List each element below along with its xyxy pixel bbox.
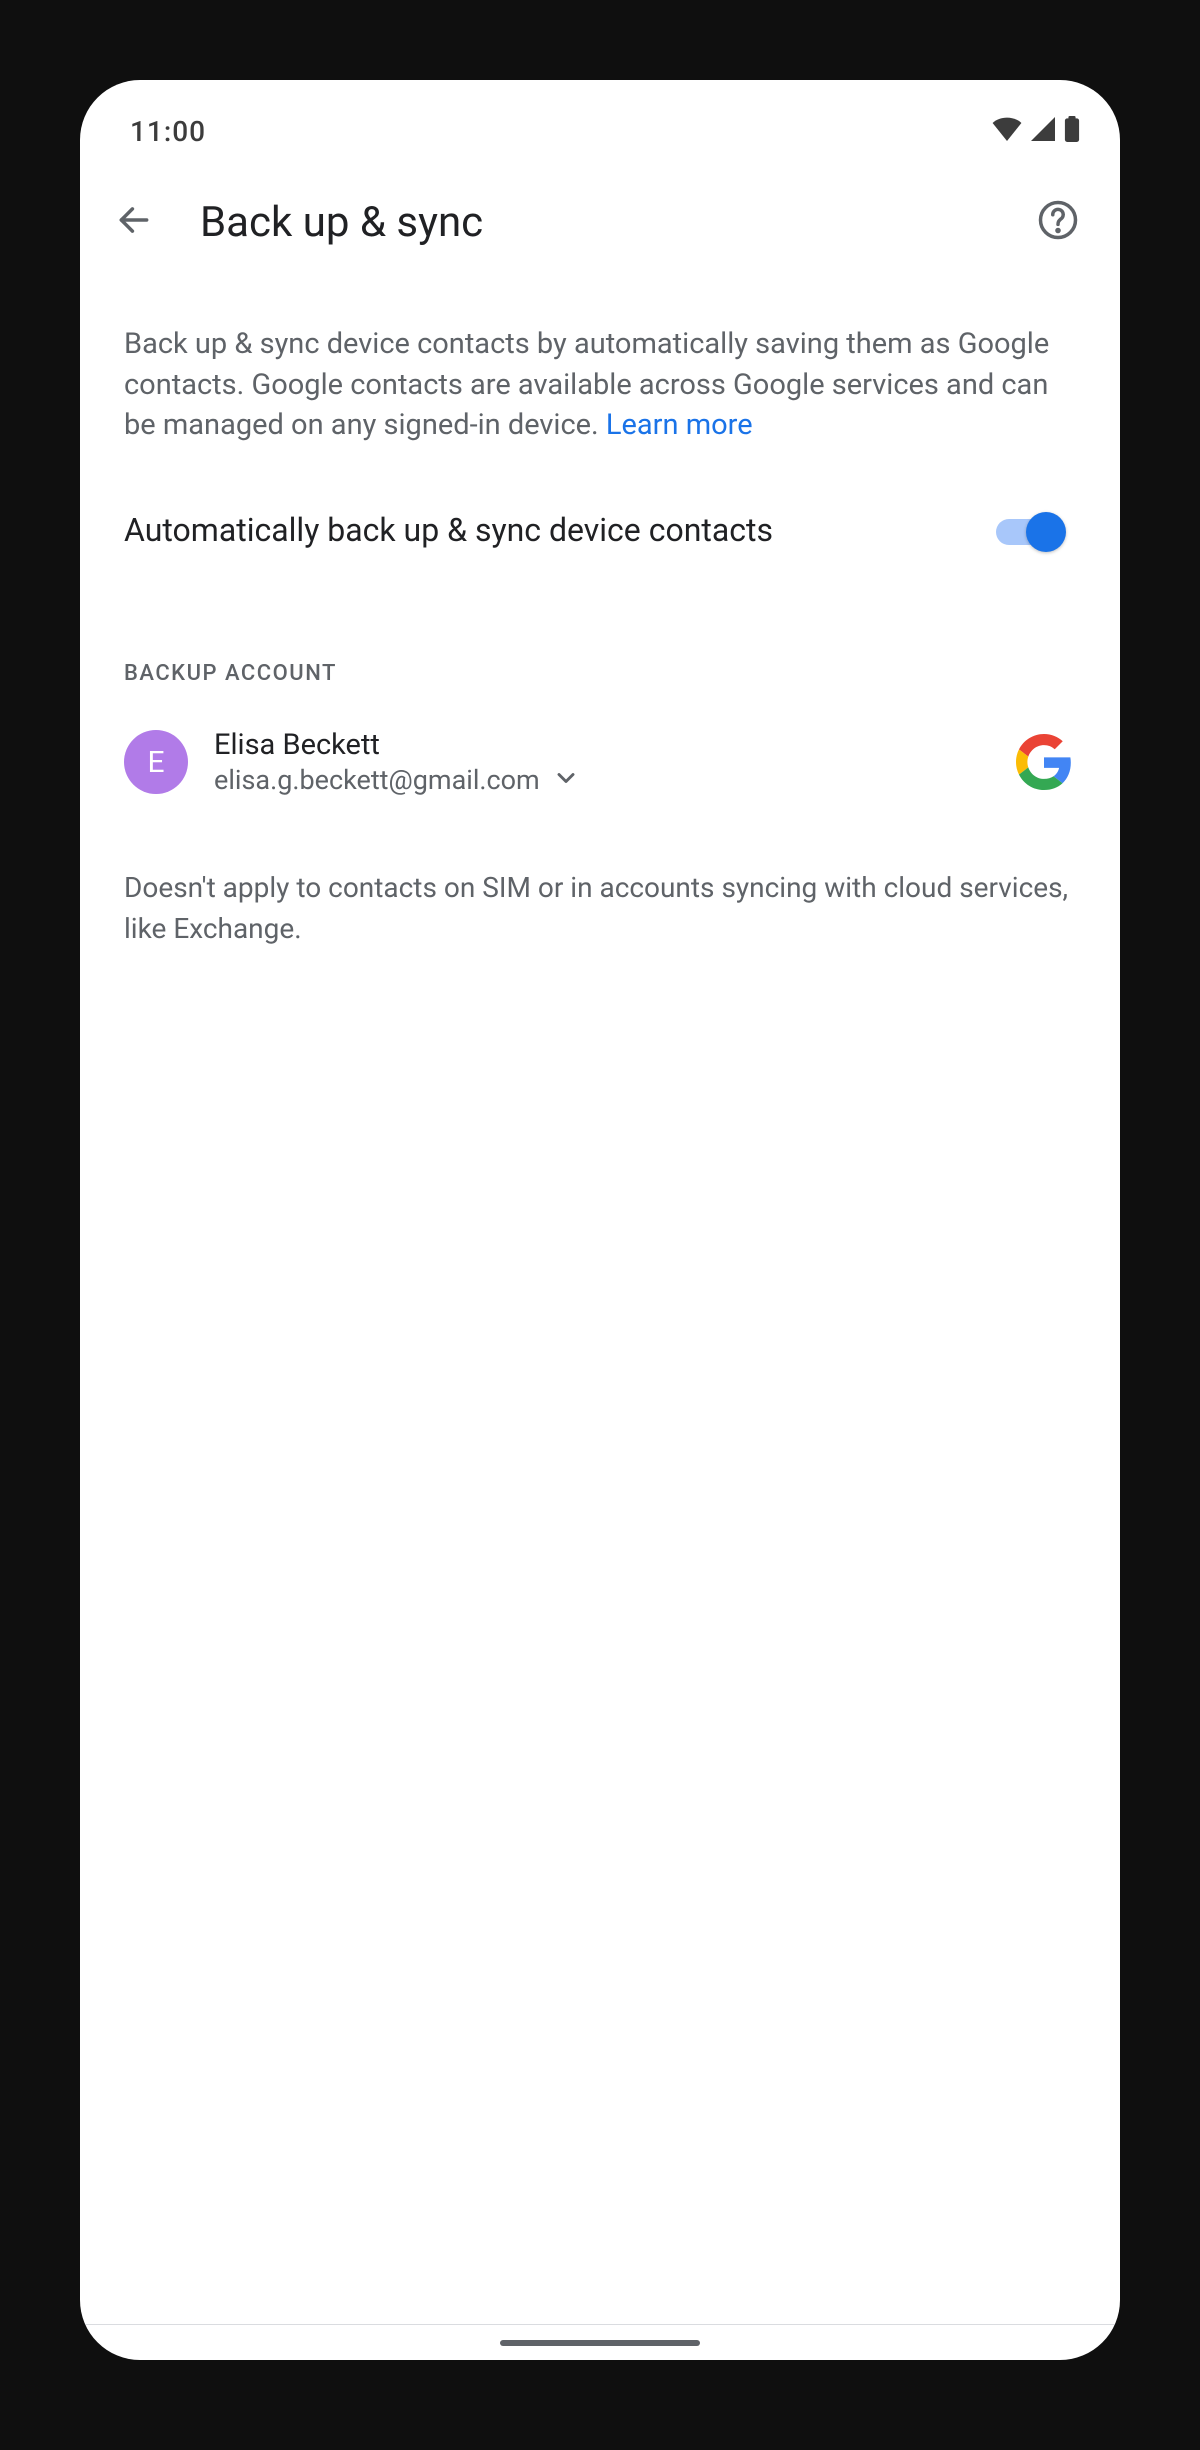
account-name: Elisa Beckett	[214, 728, 986, 762]
status-time: 11:00	[130, 115, 206, 148]
avatar: E	[124, 730, 188, 794]
battery-icon	[1064, 116, 1080, 146]
status-bar: 11:00	[80, 96, 1120, 166]
cellular-icon	[1030, 117, 1056, 145]
description-text: Back up & sync device contacts by automa…	[124, 324, 1076, 446]
gesture-handle[interactable]	[500, 2340, 700, 2346]
account-text: Elisa Beckett elisa.g.beckett@gmail.com	[214, 728, 986, 796]
device-frame: 11:00 Back up & sync	[0, 0, 1200, 2450]
google-logo-icon	[1012, 730, 1076, 794]
backup-account-selector[interactable]: E Elisa Beckett elisa.g.beckett@gmail.co…	[124, 728, 1076, 796]
account-email-row: elisa.g.beckett@gmail.com	[214, 764, 986, 796]
account-email: elisa.g.beckett@gmail.com	[214, 764, 540, 796]
footnote-text: Doesn't apply to contacts on SIM or in a…	[124, 868, 1076, 949]
navigation-bar	[80, 2324, 1120, 2360]
learn-more-link[interactable]: Learn more	[606, 408, 753, 442]
description-body: Back up & sync device contacts by automa…	[124, 327, 1049, 442]
auto-backup-toggle-label: Automatically back up & sync device cont…	[124, 510, 956, 552]
screen: 11:00 Back up & sync	[80, 80, 1120, 2360]
auto-backup-switch[interactable]	[996, 513, 1066, 549]
help-button[interactable]	[1032, 196, 1084, 248]
arrow-back-icon	[115, 201, 153, 243]
back-button[interactable]	[108, 196, 160, 248]
page-title: Back up & sync	[200, 198, 992, 247]
app-bar: Back up & sync	[80, 166, 1120, 268]
auto-backup-toggle-row[interactable]: Automatically back up & sync device cont…	[124, 510, 1076, 552]
help-icon	[1037, 199, 1079, 245]
backup-account-header: BACKUP ACCOUNT	[124, 661, 1076, 686]
wifi-icon	[992, 117, 1022, 145]
content: Back up & sync device contacts by automa…	[80, 268, 1120, 2360]
status-icons	[992, 116, 1080, 146]
chevron-down-icon	[552, 764, 580, 796]
